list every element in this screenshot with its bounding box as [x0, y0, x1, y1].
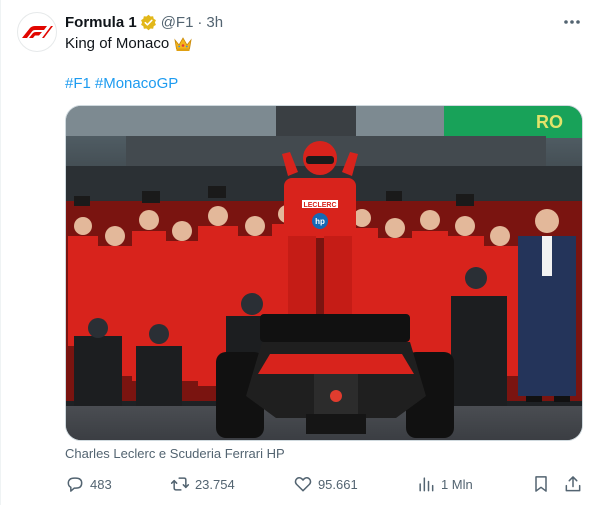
view-count: 1 Mln: [440, 476, 473, 492]
hashtags: #F1 #MonacoGP: [65, 74, 178, 94]
official-figure: [518, 209, 576, 402]
bookmark-icon: [531, 474, 551, 494]
tweet-photo[interactable]: RO LECLERC hp: [65, 105, 583, 441]
tweet-header: Formula 1 @F1 · 3h: [65, 12, 223, 32]
sponsor-logo: hp: [315, 217, 325, 226]
f1-logo-icon: [22, 26, 53, 38]
analytics-icon: [416, 474, 436, 494]
driver-name-patch: LECLERC: [303, 202, 336, 209]
bookmark-button[interactable]: [531, 474, 551, 494]
crown-emoji-icon: [174, 36, 192, 52]
verified-badge-icon: [140, 14, 157, 31]
reply-icon: [65, 474, 85, 494]
author-name[interactable]: Formula 1: [65, 14, 137, 31]
like-button[interactable]: 95.661: [293, 474, 358, 494]
tweet-body: King of Monaco: [65, 35, 170, 52]
timestamp[interactable]: 3h: [206, 14, 223, 31]
share-button[interactable]: [563, 474, 583, 494]
repost-button[interactable]: 23.754: [170, 474, 235, 494]
separator-dot: ·: [197, 13, 203, 31]
avatar[interactable]: [17, 12, 57, 52]
reply-count: 483: [90, 476, 112, 492]
views-button[interactable]: 1 Mln: [416, 474, 473, 494]
tweet-card[interactable]: Formula 1 @F1 · 3h King of Monaco #F1 #M…: [0, 0, 598, 505]
repost-icon: [170, 474, 190, 494]
repost-count: 23.754: [194, 476, 235, 492]
heart-icon: [293, 474, 313, 494]
share-icon: [563, 474, 583, 494]
hashtag-monacogp[interactable]: #MonacoGP: [95, 75, 178, 92]
tweet-actions: 483 23.754 95.661 1 Mln: [65, 472, 583, 496]
author-handle[interactable]: @F1: [161, 14, 194, 31]
more-options-icon[interactable]: [562, 12, 582, 32]
tweet-text: King of Monaco: [65, 34, 192, 54]
like-count: 95.661: [317, 476, 358, 492]
photo-caption: Charles Leclerc e Scuderia Ferrari HP: [65, 446, 285, 461]
banner-text: RO: [536, 112, 563, 132]
reply-button[interactable]: 483: [65, 474, 112, 494]
hashtag-f1[interactable]: #F1: [65, 75, 91, 92]
secondary-actions: [531, 474, 583, 494]
podium-celebration-photo: RO LECLERC hp: [66, 106, 582, 440]
